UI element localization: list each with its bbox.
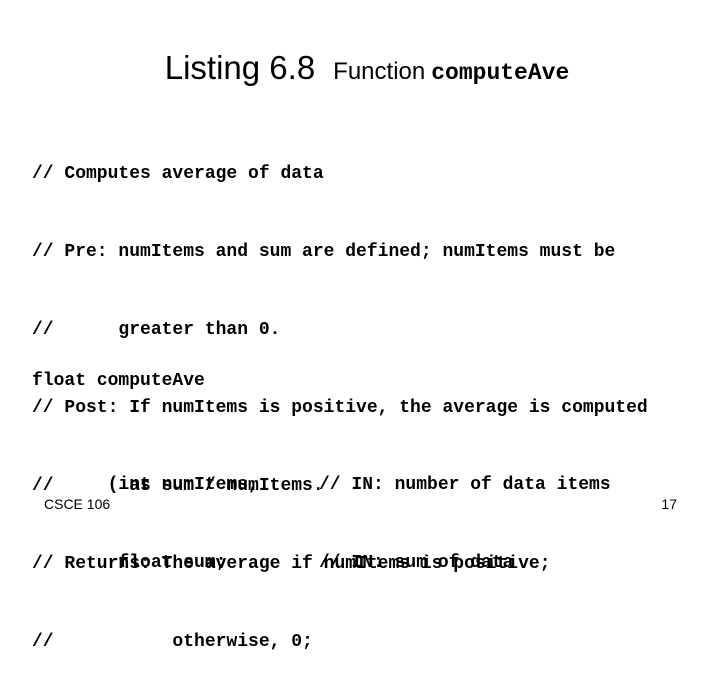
comment-line: // Pre: numItems and sum are defined; nu… [32,242,616,262]
footer-page-number: 17 [661,496,677,512]
comment-line: // Computes average of data [32,164,324,184]
param-code: (int numItems, [75,475,259,495]
param-code: float sum; [75,553,227,573]
listing-label: Listing 6.8 [164,49,316,86]
param-line: float sum; // IN: sum of data [32,524,513,573]
param-line: (int numItems, // IN: number of data item… [32,446,611,495]
title-subtitle: Function [333,58,426,85]
comment-line: // otherwise, 0; [32,632,313,652]
function-name: computeAve [431,60,570,86]
function-signature: float computeAve [32,371,205,391]
param-comment: // IN: number of data items [319,475,611,495]
slide-title: Listing 6.8 Function computeAve [0,44,720,99]
footer-course: CSCE 106 [44,496,111,512]
param-comment: // IN: sum of data [319,553,514,573]
function-definition: float computeAve (int numItems, // IN: nu… [32,316,611,576]
